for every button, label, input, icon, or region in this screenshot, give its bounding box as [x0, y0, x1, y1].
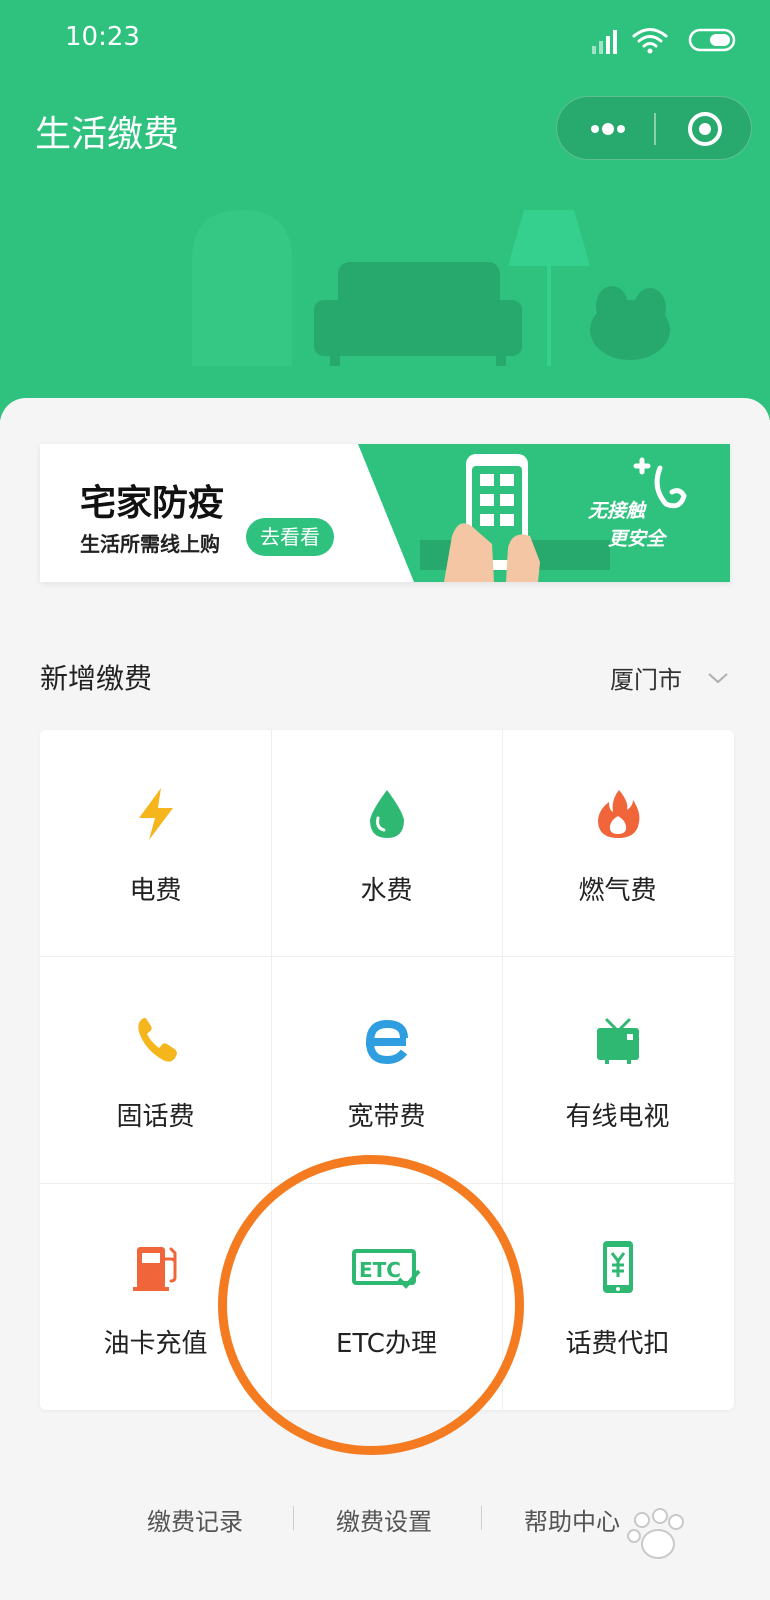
service-label: 油卡充值 — [103, 1329, 208, 1359]
payment-records-link[interactable]: 缴费记录 — [147, 1502, 243, 1537]
battery-icon — [688, 28, 736, 52]
more-dots-icon[interactable] — [577, 111, 637, 147]
banner-slogan-line2: 更安全 — [608, 528, 666, 550]
home-illustration — [192, 210, 670, 366]
fuel-pump-icon — [133, 1247, 177, 1291]
footer-divider — [481, 1506, 482, 1530]
banner-slogan-line1: 无接触 — [588, 500, 646, 522]
chevron-down-icon[interactable] — [706, 666, 730, 690]
service-label: 宽带费 — [347, 1102, 426, 1132]
capsule-divider — [654, 113, 656, 145]
service-label: 电费 — [129, 876, 182, 906]
service-fuel-card[interactable]: 油卡充值 — [40, 1183, 271, 1409]
header: 10:23 生活缴费 — [0, 0, 770, 420]
broadband-e-icon — [365, 1019, 408, 1065]
city-selector[interactable]: 厦门市 — [610, 660, 682, 695]
svg-text:ETC: ETC — [359, 1258, 401, 1282]
status-icons — [592, 28, 736, 54]
status-bar: 10:23 — [0, 0, 770, 80]
wifi-icon — [632, 28, 668, 54]
signal-icon — [592, 30, 617, 54]
service-landline[interactable]: 固话费 — [40, 956, 271, 1182]
sofa-illustration — [314, 262, 522, 366]
service-label: 固话费 — [116, 1102, 195, 1132]
water-drop-icon — [370, 790, 404, 838]
service-cable-tv[interactable]: 有线电视 — [502, 956, 733, 1182]
footer-divider — [293, 1506, 294, 1530]
lightning-icon — [139, 788, 173, 840]
mobile-yuan-icon — [603, 1241, 633, 1293]
banner-subtitle: 生活所需线上购 — [80, 532, 220, 556]
service-electricity[interactable]: 电费 — [40, 730, 271, 956]
flame-icon — [598, 790, 640, 838]
promo-banner[interactable]: 宅家防疫 生活所需线上购 去看看 无接触 更安全 — [40, 444, 730, 582]
banner-go-button[interactable]: 去看看 — [246, 518, 334, 556]
plant-illustration — [590, 286, 670, 360]
etc-icon: ETC — [352, 1249, 421, 1289]
phone-icon — [138, 1018, 177, 1062]
door-illustration — [192, 210, 292, 366]
banner-title: 宅家防疫 — [80, 483, 225, 524]
close-target-icon[interactable] — [675, 109, 735, 149]
payment-settings-link[interactable]: 缴费设置 — [336, 1502, 432, 1537]
app-title: 生活缴费 — [35, 114, 180, 155]
service-gas[interactable]: 燃气费 — [502, 730, 733, 956]
service-label: 燃气费 — [578, 876, 657, 906]
watermark-logo — [627, 1508, 684, 1559]
service-label: 有线电视 — [565, 1102, 670, 1132]
status-time: 10:23 — [65, 22, 140, 52]
service-grid: 电费 水费 燃气费 固话费 宽带费 有线电视 油卡充值 ETC ETC办理 话费… — [40, 730, 734, 1410]
service-auto-debit[interactable]: 话费代扣 — [502, 1183, 733, 1409]
service-broadband[interactable]: 宽带费 — [271, 956, 502, 1182]
section-title: 新增缴费 — [40, 662, 153, 695]
tv-icon — [597, 1018, 639, 1064]
service-label: 水费 — [360, 876, 413, 906]
service-label: 话费代扣 — [565, 1329, 670, 1359]
service-etc[interactable]: ETC ETC办理 — [271, 1183, 502, 1409]
service-water[interactable]: 水费 — [271, 730, 502, 956]
mini-program-capsule — [556, 96, 752, 160]
service-label: ETC办理 — [336, 1329, 437, 1359]
